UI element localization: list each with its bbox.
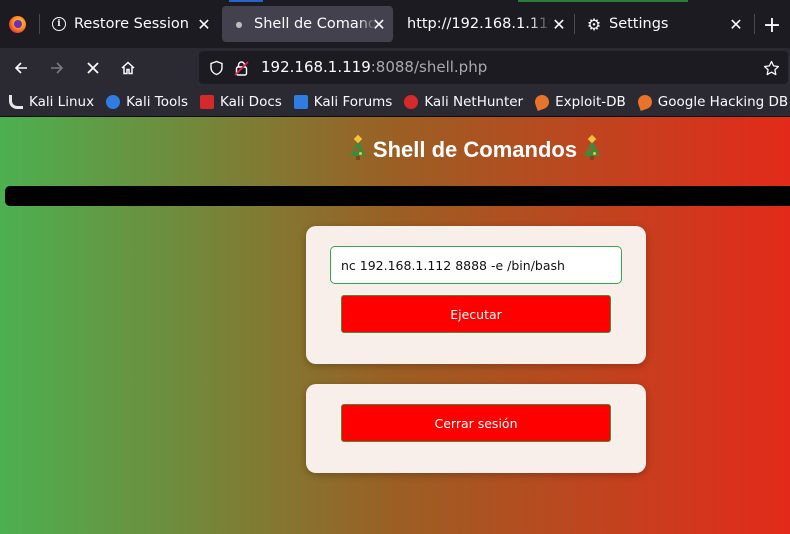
insecure-lock-icon[interactable] (232, 59, 250, 77)
forward-arrow-icon (51, 62, 64, 74)
bookmark-exploit-db[interactable]: Exploit-DB (533, 92, 626, 111)
bookmark-google-hacking-db[interactable]: Google Hacking DB (635, 92, 788, 111)
bookmarks-toolbar: Kali Linux Kali Tools Kali Docs Kali For… (0, 87, 790, 117)
stop-x-icon (87, 62, 99, 74)
tab-strip: i Restore Session ✕ ● Shell de Comandos … (0, 0, 790, 48)
back-arrow-icon (14, 62, 27, 74)
christmas-tree-icon (349, 134, 367, 160)
execute-button[interactable]: Ejecutar (341, 295, 611, 333)
page-title: Shell de Comandos (0, 134, 790, 163)
bookmark-kali-forums[interactable]: Kali Forums (293, 94, 392, 110)
bookmark-star-icon[interactable] (762, 59, 780, 77)
info-icon: i (51, 16, 67, 32)
firefox-logo-icon[interactable] (9, 16, 26, 33)
kali-dragon-icon (9, 94, 23, 109)
bookmark-kali-docs[interactable]: Kali Docs (200, 94, 282, 110)
home-icon (121, 61, 135, 75)
divider-bar (5, 186, 790, 206)
gear-icon: ⚙ (586, 14, 602, 34)
close-tab-icon[interactable]: ✕ (726, 14, 746, 34)
kali-nethunter-icon (404, 94, 419, 109)
kali-forums-icon (293, 94, 308, 109)
christmas-tree-icon (583, 134, 601, 160)
home-button[interactable] (113, 53, 143, 83)
google-hacking-db-icon (635, 92, 654, 111)
close-tab-icon[interactable]: ✕ (194, 14, 214, 34)
tab-shell-url[interactable]: http://192.168.1.119:8088/shell.php ✕ (395, 6, 571, 42)
exploit-db-icon (533, 92, 552, 111)
back-button[interactable] (6, 53, 36, 83)
stop-button[interactable] (78, 53, 108, 83)
logout-card: Cerrar sesión (306, 384, 646, 473)
tab-restore-session[interactable]: i Restore Session ✕ (42, 6, 220, 42)
kali-tools-icon (106, 94, 121, 109)
new-tab-button[interactable]: + (759, 12, 785, 38)
tab-settings[interactable]: ⚙ Settings ✕ (577, 6, 752, 42)
tab-shell-de-comandos[interactable]: ● Shell de Comandos ✕ (222, 6, 393, 42)
bookmark-kali-tools[interactable]: Kali Tools (106, 94, 188, 110)
bookmark-kali-nethunter[interactable]: Kali NetHunter (404, 94, 523, 110)
forward-button[interactable] (42, 53, 72, 83)
address-bar[interactable]: 192.168.1.119:8088/shell.php (199, 51, 788, 84)
command-input[interactable] (330, 246, 622, 284)
page-content: Shell de Comandos Ejecutar Cerrar sesión (0, 117, 790, 534)
command-form-card: Ejecutar (306, 226, 646, 364)
kali-docs-icon (200, 94, 214, 109)
shield-icon[interactable] (207, 59, 225, 77)
page-icon: ● (235, 19, 243, 29)
url-text: 192.168.1.119:8088/shell.php (261, 58, 488, 76)
close-tab-icon[interactable]: ✕ (549, 14, 569, 34)
navigation-toolbar: 192.168.1.119:8088/shell.php (0, 48, 790, 87)
bookmark-kali-linux[interactable]: Kali Linux (9, 94, 94, 110)
logout-button[interactable]: Cerrar sesión (341, 404, 611, 442)
close-tab-icon[interactable]: ✕ (369, 14, 389, 34)
